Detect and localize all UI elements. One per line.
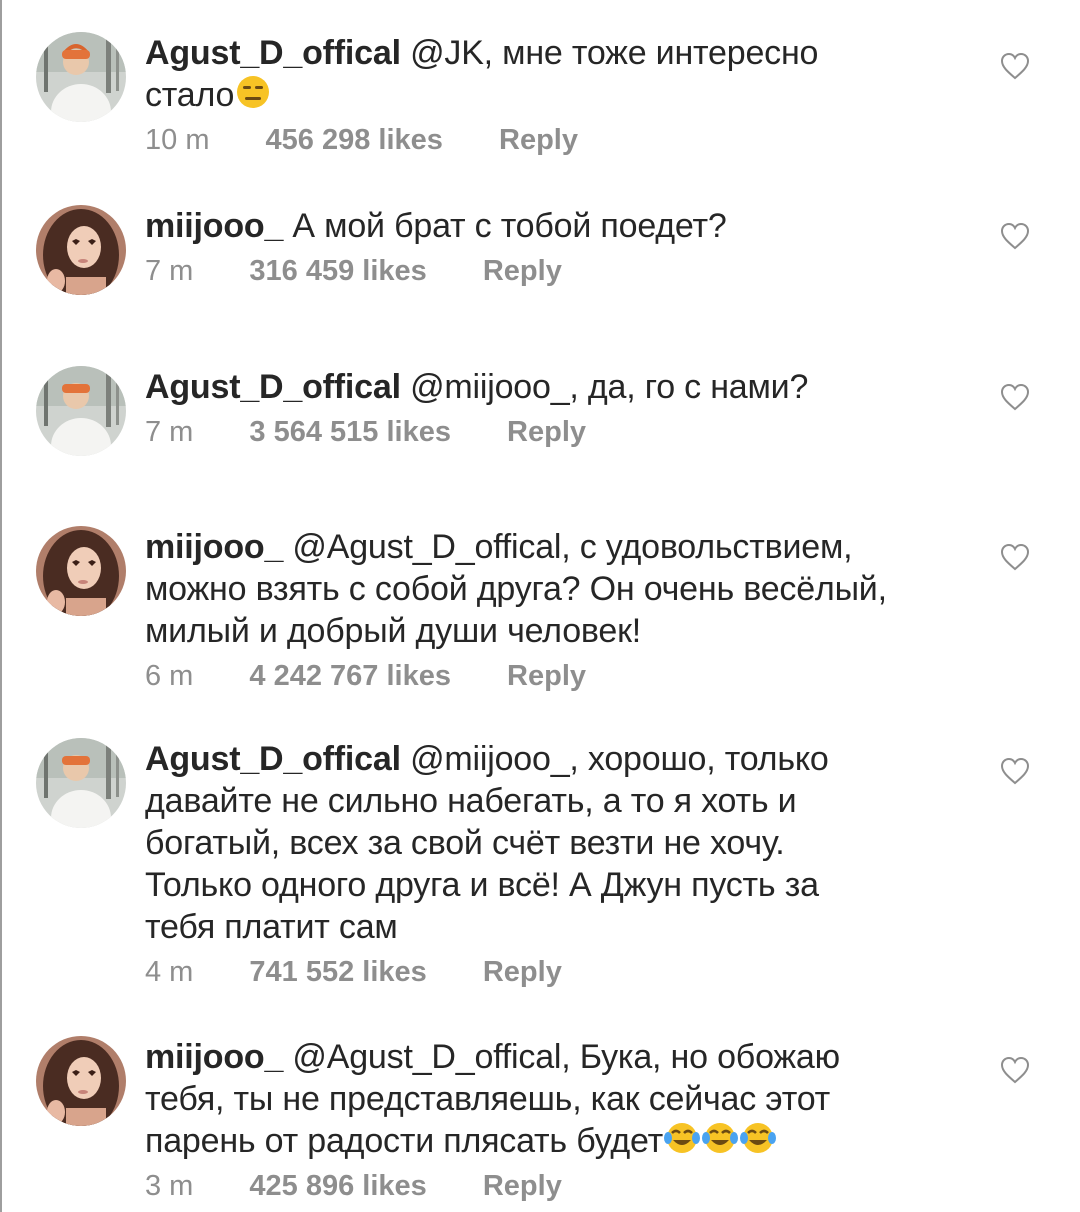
comment-message: А мой брат с тобой поедет?: [283, 207, 727, 245]
comment-text: miijooo_ А мой брат с тобой поедет?: [145, 205, 895, 247]
comment-time: 7 m: [145, 255, 194, 287]
reply-button[interactable]: Reply: [483, 1168, 562, 1204]
avatar-agust-d[interactable]: [36, 32, 126, 122]
comment-likes[interactable]: 4 242 767 likes: [249, 658, 451, 694]
comment-username[interactable]: Agust_D_offical: [145, 740, 401, 778]
heart-outline-icon[interactable]: [1000, 52, 1030, 80]
comment-meta: 3 m 425 896 likes Reply: [145, 1168, 895, 1204]
comment-likes[interactable]: 456 298 likes: [266, 122, 443, 158]
comment-time: 3 m: [145, 1170, 194, 1202]
comment-time: 6 m: [145, 660, 194, 692]
comment-body: miijooo_ @Agust_D_offical, с удовольстви…: [145, 526, 895, 694]
comment-username[interactable]: Agust_D_offical: [145, 34, 401, 72]
comment-text: Agust_D_offical @JK, мне тоже интересно …: [145, 32, 895, 116]
avatar-miijooo[interactable]: [36, 526, 126, 616]
comment-text: Agust_D_offical @miijooo_, хорошо, тольк…: [145, 738, 895, 948]
comment-body: Agust_D_offical @miijooo_, да, го с нами…: [145, 366, 895, 450]
tears-of-joy-emoji: [663, 1120, 701, 1156]
comment-username[interactable]: Agust_D_offical: [145, 368, 401, 406]
comment-message: @miijooo_, да, го с нами?: [400, 368, 809, 406]
comment-text: miijooo_ @Agust_D_offical, Бука, но обож…: [145, 1036, 895, 1162]
heart-outline-icon[interactable]: [1000, 222, 1030, 250]
heart-outline-icon[interactable]: [1000, 383, 1030, 411]
comment-body: miijooo_ А мой брат с тобой поедет? 7 m …: [145, 205, 895, 289]
avatar-image: [36, 738, 126, 828]
comment-time: 7 m: [145, 416, 194, 448]
comment-username[interactable]: miijooo_: [145, 528, 283, 566]
comment-body: Agust_D_offical @miijooo_, хорошо, тольк…: [145, 738, 895, 990]
comment-likes[interactable]: 425 896 likes: [249, 1168, 426, 1204]
comment-text: miijooo_ @Agust_D_offical, с удовольстви…: [145, 526, 895, 652]
comment-meta: 7 m 316 459 likes Reply: [145, 253, 895, 289]
comment-text: Agust_D_offical @miijooo_, да, го с нами…: [145, 366, 895, 408]
avatar-agust-d[interactable]: [36, 366, 126, 456]
avatar-image: [36, 205, 126, 295]
reply-button[interactable]: Reply: [507, 414, 586, 450]
reply-button[interactable]: Reply: [499, 122, 578, 158]
reply-button[interactable]: Reply: [507, 658, 586, 694]
avatar-image: [36, 526, 126, 616]
comment-time: 10 m: [145, 124, 210, 156]
comment-likes[interactable]: 741 552 likes: [249, 954, 426, 990]
comment-body: Agust_D_offical @JK, мне тоже интересно …: [145, 32, 895, 158]
comment-body: miijooo_ @Agust_D_offical, Бука, но обож…: [145, 1036, 895, 1204]
avatar-miijooo[interactable]: [36, 205, 126, 295]
heart-outline-icon[interactable]: [1000, 543, 1030, 571]
avatar-miijooo[interactable]: [36, 1036, 126, 1126]
heart-outline-icon[interactable]: [1000, 1056, 1030, 1084]
tears-of-joy-emoji: [701, 1120, 739, 1156]
comment-likes[interactable]: 3 564 515 likes: [249, 414, 451, 450]
left-edge-divider: [0, 0, 2, 1212]
comment-meta: 7 m 3 564 515 likes Reply: [145, 414, 895, 450]
avatar-agust-d[interactable]: [36, 738, 126, 828]
reply-button[interactable]: Reply: [483, 954, 562, 990]
avatar-image: [36, 1036, 126, 1126]
comment-likes[interactable]: 316 459 likes: [249, 253, 426, 289]
avatar-image: [36, 366, 126, 456]
avatar-image: [36, 32, 126, 122]
comment-meta: 6 m 4 242 767 likes Reply: [145, 658, 895, 694]
expressionless-face-emoji: [234, 74, 272, 110]
comment-username[interactable]: miijooo_: [145, 207, 283, 245]
tears-of-joy-emoji: [739, 1120, 777, 1156]
reply-button[interactable]: Reply: [483, 253, 562, 289]
heart-outline-icon[interactable]: [1000, 757, 1030, 785]
comment-meta: 10 m 456 298 likes Reply: [145, 122, 895, 158]
comment-meta: 4 m 741 552 likes Reply: [145, 954, 895, 990]
comment-time: 4 m: [145, 956, 194, 988]
comment-username[interactable]: miijooo_: [145, 1038, 283, 1076]
